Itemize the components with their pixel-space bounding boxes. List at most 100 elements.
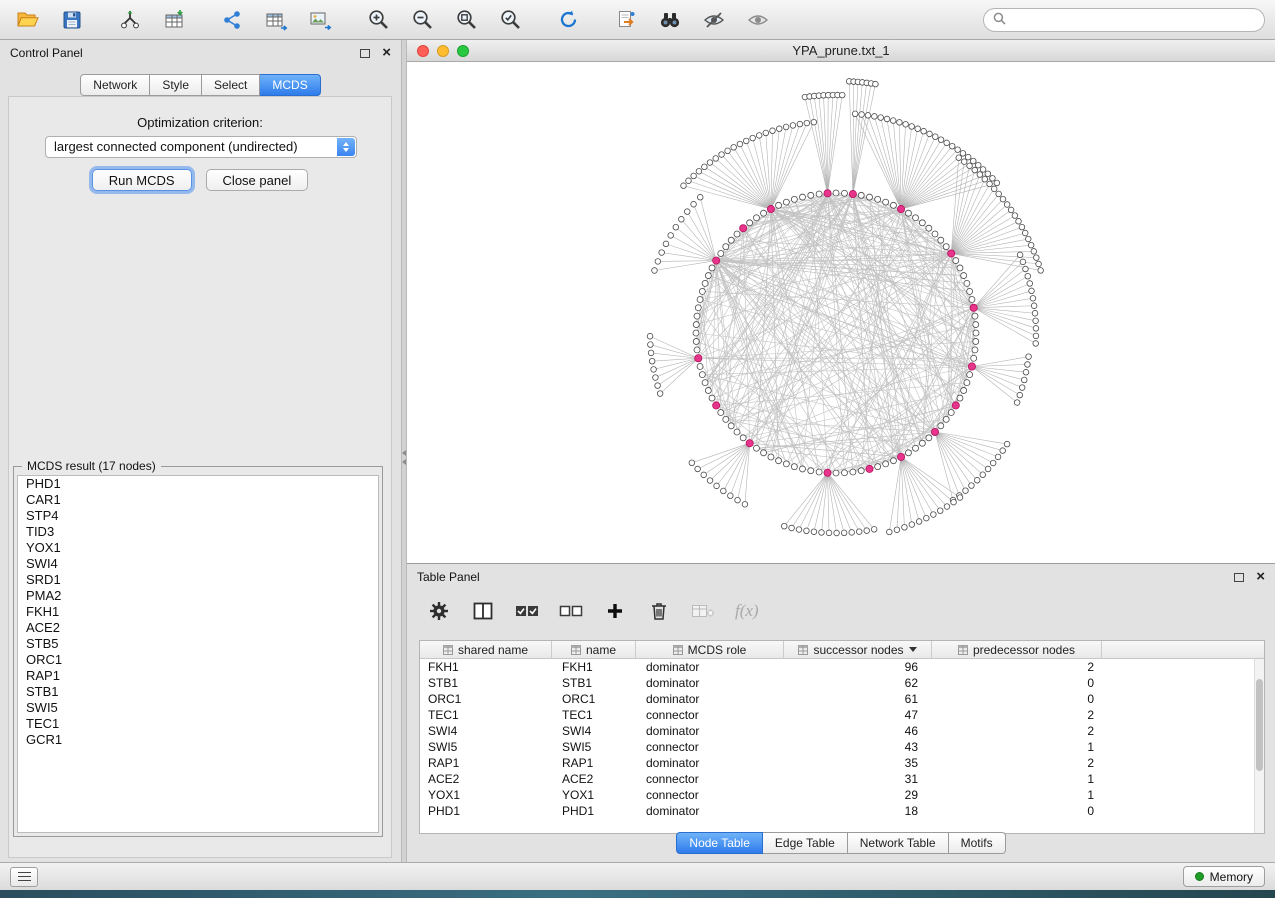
import-network-from-file-icon[interactable] — [112, 5, 148, 35]
table-bottom-tabs: Node Table Edge Table Network Table Moti… — [407, 832, 1275, 854]
table-row[interactable]: STB1STB1dominator620 — [420, 675, 1254, 691]
table-scrollbar[interactable] — [1254, 659, 1264, 833]
zoom-fit-icon[interactable] — [448, 5, 484, 35]
maximize-window-icon[interactable] — [457, 45, 469, 57]
find-icon[interactable] — [652, 5, 688, 35]
mcds-result-item[interactable]: STB1 — [18, 684, 378, 700]
column-header-filler — [1102, 641, 1264, 658]
memory-label: Memory — [1210, 870, 1253, 884]
table-cell: 0 — [932, 691, 1102, 707]
tab-network-table[interactable]: Network Table — [848, 832, 949, 854]
refresh-view-icon[interactable] — [550, 5, 586, 35]
main-area: Control Panel × Network Style Select MCD… — [0, 40, 1275, 862]
table-row[interactable]: SWI4SWI4dominator462 — [420, 723, 1254, 739]
column-type-icon — [673, 645, 683, 655]
show-hide-panel-icon[interactable] — [740, 5, 776, 35]
node-table-header: shared name name MCDS role successor nod… — [420, 641, 1264, 659]
node-table-body: FKH1FKH1dominator962STB1STB1dominator620… — [420, 659, 1254, 833]
sort-descending-icon[interactable] — [909, 647, 917, 652]
table-cell: TEC1 — [420, 707, 552, 723]
table-row[interactable]: RAP1RAP1dominator352 — [420, 755, 1254, 771]
close-table-panel-icon[interactable]: × — [1256, 572, 1265, 582]
tab-node-table[interactable]: Node Table — [676, 832, 763, 854]
mcds-result-item[interactable]: SWI5 — [18, 700, 378, 716]
network-canvas[interactable] — [407, 62, 1275, 563]
save-icon[interactable] — [54, 5, 90, 35]
mcds-result-box: MCDS result (17 nodes) PHD1CAR1STP4TID3Y… — [13, 466, 383, 837]
mcds-result-item[interactable]: SRD1 — [18, 572, 378, 588]
import-table-from-file-icon[interactable] — [156, 5, 192, 35]
column-header-shared-name[interactable]: shared name — [420, 641, 552, 658]
table-cell: SWI4 — [420, 723, 552, 739]
table-cell: connector — [636, 787, 784, 803]
show-column-icon[interactable] — [471, 599, 495, 623]
tab-network[interactable]: Network — [80, 74, 150, 96]
export-image-icon[interactable] — [302, 5, 338, 35]
mcds-result-item[interactable]: TEC1 — [18, 716, 378, 732]
memory-button[interactable]: Memory — [1183, 866, 1265, 887]
splitter-collapse-handle[interactable] — [402, 448, 406, 466]
table-row[interactable]: SWI5SWI5connector431 — [420, 739, 1254, 755]
mcds-result-item[interactable]: FKH1 — [18, 604, 378, 620]
table-row[interactable]: TEC1TEC1connector472 — [420, 707, 1254, 723]
export-table-icon[interactable] — [258, 5, 294, 35]
table-settings-gear-icon[interactable] — [427, 599, 451, 623]
mcds-result-item[interactable]: GCR1 — [18, 732, 378, 748]
mcds-result-item[interactable]: RAP1 — [18, 668, 378, 684]
search-field[interactable] — [983, 8, 1265, 32]
mcds-result-item[interactable]: ACE2 — [18, 620, 378, 636]
float-table-panel-icon[interactable] — [1234, 573, 1244, 582]
tab-style[interactable]: Style — [150, 74, 202, 96]
mcds-result-item[interactable]: ORC1 — [18, 652, 378, 668]
mcds-result-item[interactable]: STB5 — [18, 636, 378, 652]
criterion-dropdown[interactable]: largest connected component (undirected) — [45, 136, 357, 158]
share-document-icon[interactable] — [608, 5, 644, 35]
deselect-all-icon[interactable] — [559, 599, 583, 623]
add-column-icon[interactable] — [603, 599, 627, 623]
mcds-result-item[interactable]: CAR1 — [18, 492, 378, 508]
dropdown-stepper-icon — [337, 138, 355, 156]
table-cell: dominator — [636, 659, 784, 675]
zoom-in-icon[interactable] — [360, 5, 396, 35]
close-panel-button[interactable]: Close panel — [206, 169, 309, 191]
close-window-icon[interactable] — [417, 45, 429, 57]
export-network-icon[interactable] — [214, 5, 250, 35]
mcds-result-item[interactable]: SWI4 — [18, 556, 378, 572]
column-header-successor-nodes[interactable]: successor nodes — [784, 641, 932, 658]
zoom-selected-icon[interactable] — [492, 5, 528, 35]
select-all-icon[interactable] — [515, 599, 539, 623]
tab-select[interactable]: Select — [202, 74, 260, 96]
float-panel-icon[interactable] — [360, 49, 370, 58]
run-mcds-button[interactable]: Run MCDS — [92, 169, 192, 191]
search-input[interactable] — [1012, 13, 1255, 27]
table-row[interactable]: PHD1PHD1dominator180 — [420, 803, 1254, 819]
mcds-result-item[interactable]: STP4 — [18, 508, 378, 524]
mcds-result-item[interactable]: PHD1 — [18, 476, 378, 492]
table-row[interactable]: YOX1YOX1connector291 — [420, 787, 1254, 803]
mcds-result-item[interactable]: TID3 — [18, 524, 378, 540]
zoom-out-icon[interactable] — [404, 5, 440, 35]
mcds-result-item[interactable]: YOX1 — [18, 540, 378, 556]
table-row[interactable]: ACE2ACE2connector311 — [420, 771, 1254, 787]
column-header-predecessor-nodes[interactable]: predecessor nodes — [932, 641, 1102, 658]
network-window-titlebar[interactable]: YPA_prune.txt_1 — [407, 40, 1275, 62]
delete-table-icon-disabled — [691, 599, 715, 623]
menu-icon[interactable] — [10, 867, 38, 887]
tab-motifs[interactable]: Motifs — [949, 832, 1006, 854]
delete-column-icon[interactable] — [647, 599, 671, 623]
table-cell: 1 — [932, 739, 1102, 755]
mcds-result-item[interactable]: PMA2 — [18, 588, 378, 604]
minimize-window-icon[interactable] — [437, 45, 449, 57]
close-panel-icon[interactable]: × — [382, 48, 391, 58]
tab-edge-table[interactable]: Edge Table — [763, 832, 848, 854]
table-row[interactable]: FKH1FKH1dominator962 — [420, 659, 1254, 675]
column-header-mcds-role[interactable]: MCDS role — [636, 641, 784, 658]
window-controls — [417, 45, 469, 57]
table-scrollbar-thumb[interactable] — [1256, 679, 1263, 771]
column-header-name[interactable]: name — [552, 641, 636, 658]
open-folder-icon[interactable] — [10, 5, 46, 35]
show-graphics-details-icon[interactable] — [696, 5, 732, 35]
control-panel: Control Panel × Network Style Select MCD… — [0, 40, 401, 862]
tab-mcds[interactable]: MCDS — [260, 74, 320, 96]
table-row[interactable]: ORC1ORC1dominator610 — [420, 691, 1254, 707]
